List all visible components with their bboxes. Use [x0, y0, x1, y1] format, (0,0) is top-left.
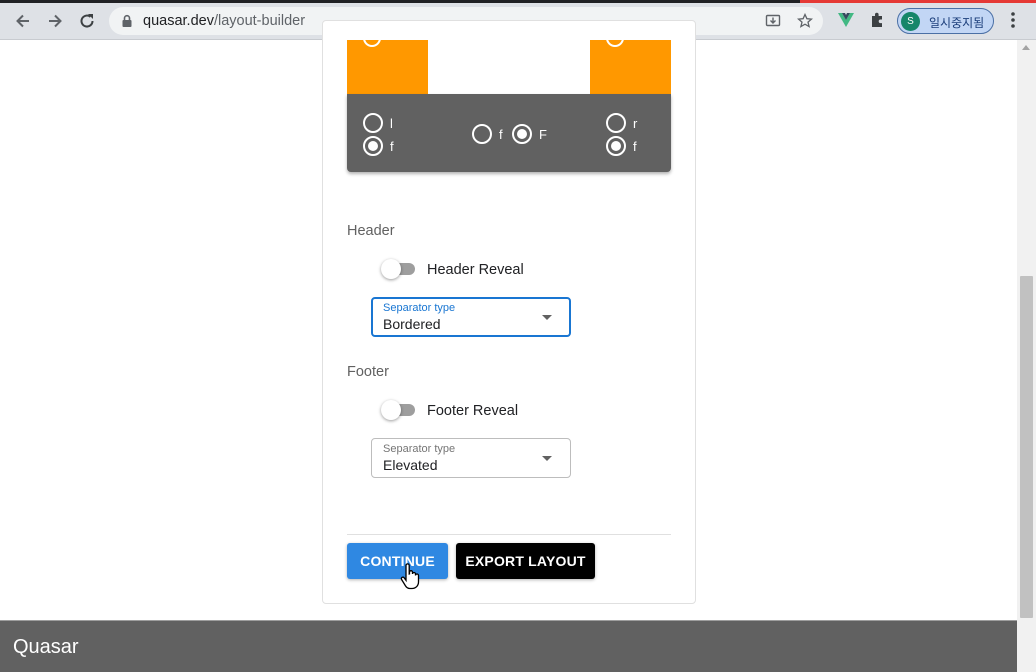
footer-separator-value: Elevated	[383, 457, 438, 473]
back-button[interactable]	[11, 9, 35, 33]
footer-reveal-label[interactable]: Footer Reveal	[427, 403, 518, 419]
export-layout-button[interactable]: EXPORT LAYOUT	[456, 543, 595, 579]
forward-arrow-icon	[49, 14, 62, 28]
profile-status-text: 일시중지됨	[929, 16, 985, 30]
footer-right-label-f: f	[633, 139, 637, 154]
footer-separator-label: Separator type	[383, 443, 456, 455]
dropdown-caret-icon	[542, 315, 552, 320]
header-reveal-label[interactable]: Header Reveal	[427, 262, 524, 278]
header-separator-value: Bordered	[383, 316, 441, 332]
footer-left-label-l: l	[390, 116, 393, 131]
right-drawer-preview	[590, 29, 671, 94]
footer-left-radio-f[interactable]	[363, 136, 383, 156]
footer-middle-radio-F[interactable]	[512, 124, 532, 144]
footer-preview: l f f F r f	[347, 94, 671, 172]
profile-avatar: S	[901, 12, 920, 31]
footer-middle-radio-f[interactable]	[472, 124, 492, 144]
header-section-title: Header	[347, 223, 395, 239]
header-separator-label: Separator type	[383, 302, 456, 314]
footer-middle-label-f: f	[499, 127, 503, 142]
bookmark-star-icon[interactable]	[797, 13, 813, 29]
footer-section-title: Footer	[347, 364, 389, 380]
install-app-icon[interactable]	[765, 13, 781, 29]
footer-right-radio-r[interactable]	[606, 113, 626, 133]
forward-button[interactable]	[43, 9, 67, 33]
back-arrow-icon	[16, 14, 29, 28]
dropdown-caret-icon	[542, 456, 552, 461]
toggle-knob	[381, 259, 401, 279]
footer-separator-select[interactable]: Separator type Elevated	[371, 438, 571, 478]
reload-icon	[80, 14, 94, 28]
header-reveal-toggle[interactable]	[381, 259, 417, 279]
more-menu-icon[interactable]	[1003, 10, 1023, 30]
url-path: /layout-builder	[213, 13, 306, 29]
tab-strip-edge	[0, 0, 1036, 3]
left-drawer-preview	[347, 29, 428, 94]
header-separator-select[interactable]: Separator type Bordered	[371, 297, 571, 337]
right-drawer-radio[interactable]	[606, 29, 624, 47]
extensions-puzzle-icon[interactable]	[868, 10, 888, 30]
active-tab-edge	[800, 0, 1036, 3]
reload-button[interactable]	[75, 9, 99, 33]
footer-middle-label-F: F	[539, 127, 547, 142]
scrollbar-thumb[interactable]	[1020, 276, 1033, 618]
url-text: quasar.dev/layout-builder	[143, 13, 305, 29]
toggle-knob	[381, 400, 401, 420]
footer-reveal-toggle[interactable]	[381, 400, 417, 420]
lock-icon	[122, 14, 132, 27]
app-footer: Quasar	[0, 620, 1017, 672]
app-footer-title: Quasar	[13, 636, 79, 658]
footer-right-label-r: r	[633, 116, 638, 131]
page-scrollbar[interactable]	[1017, 40, 1036, 672]
left-drawer-radio[interactable]	[363, 29, 381, 47]
url-domain: quasar.dev	[143, 13, 214, 29]
footer-left-radio-l[interactable]	[363, 113, 383, 133]
profile-chip[interactable]: S 일시중지됨	[897, 8, 994, 34]
hand-pointer-cursor-icon	[400, 563, 420, 590]
vue-devtools-icon[interactable]	[836, 10, 856, 30]
footer-left-label-f: f	[390, 139, 394, 154]
continue-button[interactable]: CONTINUE	[347, 543, 448, 579]
actions-divider	[347, 534, 671, 535]
footer-right-radio-f[interactable]	[606, 136, 626, 156]
scroll-up-arrow-icon[interactable]	[1022, 45, 1030, 50]
